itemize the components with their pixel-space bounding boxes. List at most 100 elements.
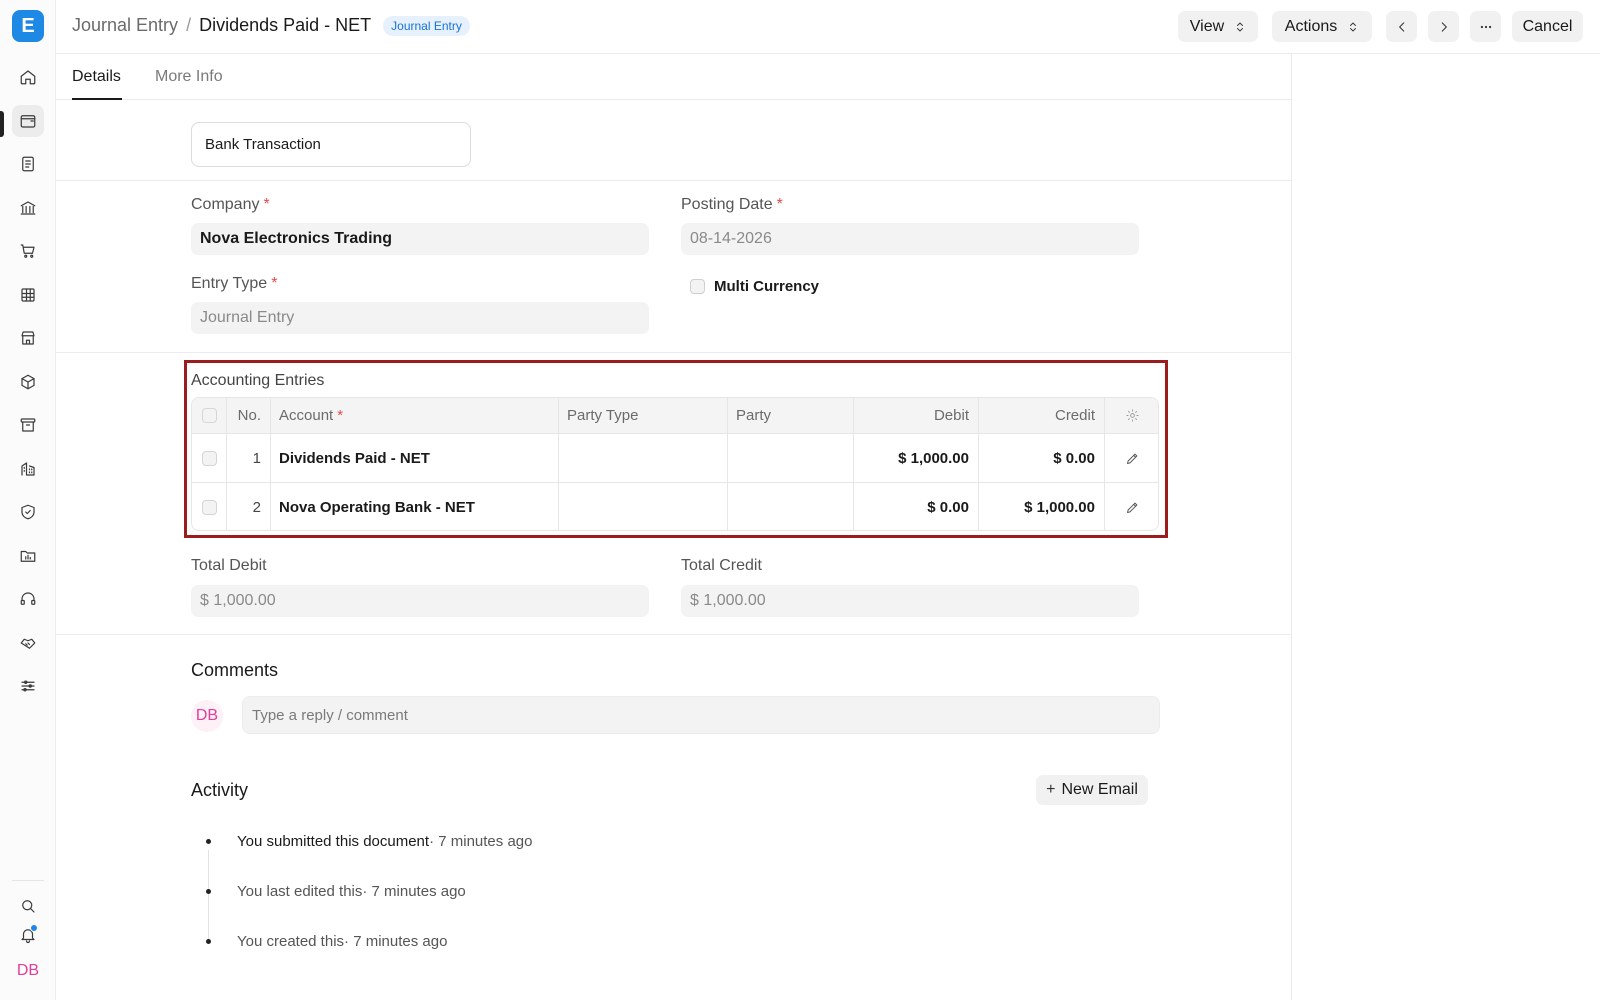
section-divider xyxy=(56,634,1292,635)
next-button[interactable] xyxy=(1428,11,1459,42)
party-cell[interactable] xyxy=(728,483,854,530)
activity-item: You created this · 7 minutes ago xyxy=(206,933,447,950)
box-icon[interactable] xyxy=(12,366,44,398)
sliders-icon[interactable] xyxy=(12,670,44,702)
activity-text: You submitted this document xyxy=(237,833,430,850)
pencil-icon[interactable] xyxy=(1125,451,1140,466)
debit-cell[interactable]: $ 1,000.00 xyxy=(854,434,979,482)
notification-dot xyxy=(30,924,38,932)
total-debit-label: Total Debit xyxy=(191,557,267,574)
previous-button[interactable] xyxy=(1386,11,1417,42)
breadcrumb: Journal Entry / Dividends Paid - NET Jou… xyxy=(72,15,470,36)
activity-time: · 7 minutes ago xyxy=(362,883,466,900)
settings-cell xyxy=(1105,398,1158,433)
multi-currency-toggle[interactable]: Multi Currency xyxy=(690,278,819,295)
archive-icon[interactable] xyxy=(12,409,44,441)
posting-date-field[interactable]: 08-14-2026 xyxy=(681,223,1139,255)
company-label: Company * xyxy=(191,196,270,213)
cart-icon[interactable] xyxy=(12,235,44,267)
view-label: View xyxy=(1189,17,1225,35)
entry-type-field[interactable]: Journal Entry xyxy=(191,302,649,334)
credit-cell[interactable]: $ 1,000.00 xyxy=(979,483,1105,530)
plus-icon: + xyxy=(1046,781,1056,798)
activity-title: Activity xyxy=(191,780,249,800)
activity-time: · 7 minutes ago xyxy=(344,933,448,950)
more-button[interactable] xyxy=(1470,11,1501,42)
handshake-icon[interactable] xyxy=(12,627,44,659)
breadcrumb-parent[interactable]: Journal Entry xyxy=(72,15,178,36)
tab-details[interactable]: Details xyxy=(72,68,121,86)
party-cell[interactable] xyxy=(728,434,854,482)
wallet-icon[interactable] xyxy=(12,105,44,137)
actions-label: Actions xyxy=(1284,17,1338,35)
account-cell[interactable]: Nova Operating Bank - NET xyxy=(271,483,559,530)
activity-text: You created this xyxy=(237,933,345,950)
new-email-label: New Email xyxy=(1061,781,1138,798)
bank-transaction-button[interactable]: Bank Transaction xyxy=(191,122,471,167)
chevron-updown-icon xyxy=(1234,20,1246,34)
party-type-cell[interactable] xyxy=(559,434,728,482)
actions-button[interactable]: Actions xyxy=(1272,11,1372,42)
comment-input[interactable]: Type a reply / comment xyxy=(242,696,1160,734)
app-logo[interactable]: E xyxy=(12,10,44,42)
timeline-dot xyxy=(206,939,211,944)
table-row[interactable]: 2 Nova Operating Bank - NET $ 0.00 $ 1,0… xyxy=(192,483,1158,530)
tab-more-info[interactable]: More Info xyxy=(155,68,223,86)
section-divider xyxy=(56,352,1292,353)
total-credit-label: Total Credit xyxy=(681,557,762,574)
chevron-right-icon xyxy=(1441,21,1447,32)
activity-text: You last edited this xyxy=(237,883,363,900)
building-icon[interactable] xyxy=(12,453,44,485)
main-content: Details More Info Bank Transaction Compa… xyxy=(56,54,1292,1000)
active-indicator xyxy=(0,111,4,137)
ellipsis-icon xyxy=(1480,25,1491,28)
gear-icon[interactable] xyxy=(1125,408,1140,423)
home-icon[interactable] xyxy=(12,61,44,93)
logo-letter: E xyxy=(21,14,35,37)
company-field[interactable]: Nova Electronics Trading xyxy=(191,223,649,255)
table-row[interactable]: 1 Dividends Paid - NET $ 1,000.00 $ 0.00 xyxy=(192,434,1158,483)
chevron-left-icon xyxy=(1398,21,1404,32)
select-all-cell xyxy=(192,398,227,433)
debit-cell[interactable]: $ 0.00 xyxy=(854,483,979,530)
folder-chart-icon[interactable] xyxy=(12,540,44,572)
user-avatar[interactable]: DB xyxy=(12,955,44,987)
activity-item: You last edited this · 7 minutes ago xyxy=(206,883,466,900)
headset-icon[interactable] xyxy=(12,583,44,615)
document-icon[interactable] xyxy=(12,148,44,180)
comments-title: Comments xyxy=(191,660,279,680)
new-email-button[interactable]: + New Email xyxy=(1036,775,1148,805)
page-header: Journal Entry / Dividends Paid - NET Jou… xyxy=(56,0,1600,54)
sidebar: E DB xyxy=(0,0,56,1000)
credit-cell[interactable]: $ 0.00 xyxy=(979,434,1105,482)
row-checkbox[interactable] xyxy=(201,500,217,515)
row-select-cell xyxy=(192,483,227,530)
bank-icon[interactable] xyxy=(12,192,44,224)
row-number: 1 xyxy=(227,434,271,482)
edit-cell xyxy=(1105,483,1158,530)
breadcrumb-separator: / xyxy=(186,15,192,35)
party-type-cell[interactable] xyxy=(559,483,728,530)
entry-type-label: Entry Type * xyxy=(191,275,278,292)
search-icon[interactable] xyxy=(12,890,44,922)
account-cell[interactable]: Dividends Paid - NET xyxy=(271,434,559,482)
row-checkbox[interactable] xyxy=(201,450,217,466)
shield-icon[interactable] xyxy=(12,496,44,528)
select-all-checkbox[interactable] xyxy=(201,408,217,423)
view-button[interactable]: View xyxy=(1178,11,1258,42)
accounting-entries-table: No. Account * Party Type Party Debit Cred… xyxy=(191,397,1159,531)
multi-currency-checkbox[interactable] xyxy=(690,279,705,294)
bell-icon[interactable] xyxy=(12,919,44,951)
total-credit-field: $ 1,000.00 xyxy=(681,585,1139,617)
store-icon[interactable] xyxy=(12,322,44,354)
activity-time: · 7 minutes ago xyxy=(429,833,533,850)
pencil-icon[interactable] xyxy=(1125,500,1140,515)
table-header-row: No. Account * Party Type Party Debit Cred… xyxy=(192,398,1158,434)
activity-item: You submitted this document · 7 minutes … xyxy=(206,833,532,850)
table-icon[interactable] xyxy=(12,279,44,311)
page-title: Dividends Paid - NET xyxy=(199,15,372,35)
cancel-button[interactable]: Cancel xyxy=(1512,11,1583,42)
timeline-dot xyxy=(206,839,211,844)
col-no: No. xyxy=(227,398,271,433)
timeline-dot xyxy=(206,889,211,894)
